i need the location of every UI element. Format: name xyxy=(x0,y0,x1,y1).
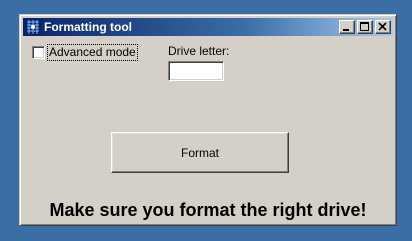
advanced-mode-checkbox[interactable] xyxy=(32,46,45,59)
format-button-label: Format xyxy=(180,145,219,160)
minimize-icon xyxy=(343,29,349,31)
app-grid-icon xyxy=(25,19,41,35)
close-button[interactable] xyxy=(375,20,391,34)
title-bar[interactable]: Formatting tool xyxy=(23,18,393,36)
format-button[interactable]: Format xyxy=(111,132,289,173)
warning-message: Make sure you format the right drive! xyxy=(49,200,367,220)
formatting-tool-window: Formatting tool Advanced mode Drive lett… xyxy=(19,14,397,226)
maximize-button[interactable] xyxy=(357,20,373,34)
drive-letter-label: Drive letter: xyxy=(168,44,230,58)
window-title: Formatting tool xyxy=(44,20,132,34)
drive-letter-input[interactable] xyxy=(168,61,224,81)
close-icon xyxy=(378,22,387,31)
advanced-mode-label[interactable]: Advanced mode xyxy=(47,44,138,61)
maximize-icon xyxy=(360,22,369,31)
minimize-button[interactable] xyxy=(339,20,355,34)
